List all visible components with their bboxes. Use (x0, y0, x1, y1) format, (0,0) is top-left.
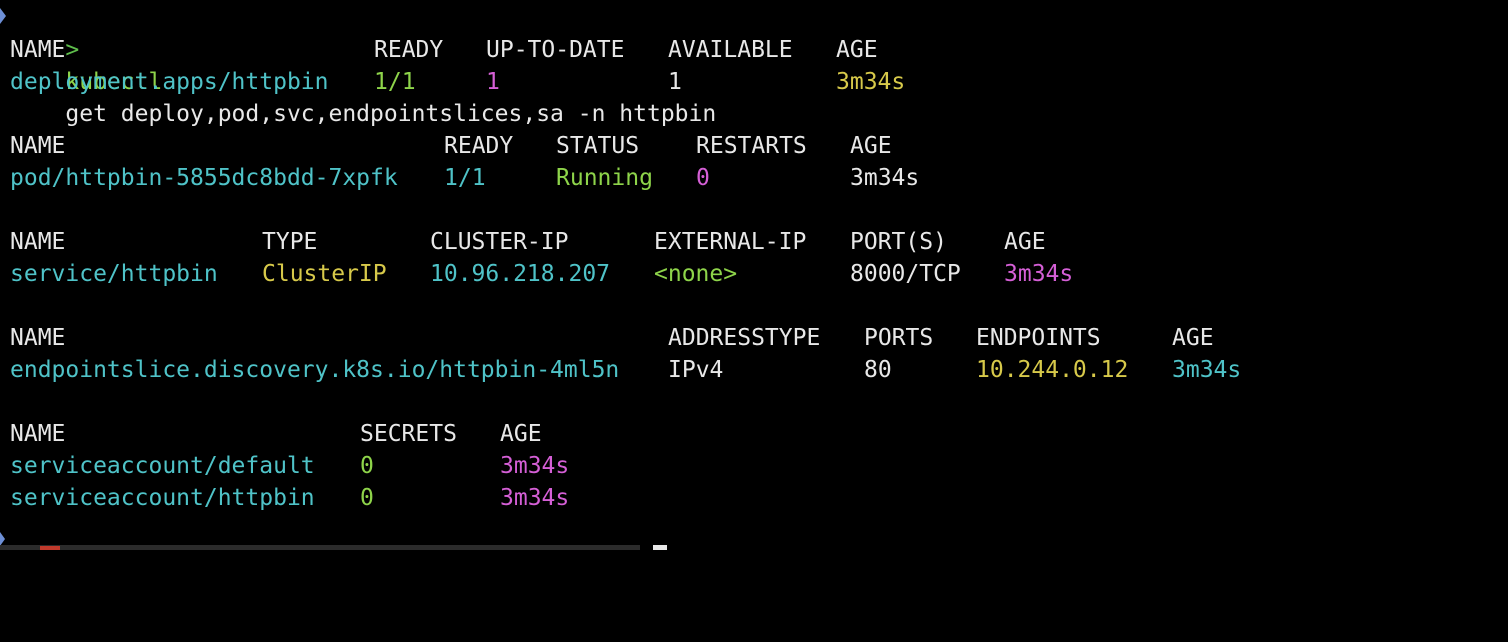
column-header: NAME (10, 37, 66, 63)
column-header: EXTERNAL-IP (654, 229, 807, 255)
column-header: READY (444, 133, 514, 159)
column-header: AGE (850, 133, 892, 159)
endpointslice-addresstype: IPv4 (668, 357, 724, 383)
column-header: PORT(S) (850, 229, 947, 255)
endpointslice-ports: 80 (864, 357, 892, 383)
command-args: get deploy,pod,svc,endpointslices,sa -n … (65, 101, 717, 127)
next-prompt-status-icon (40, 546, 60, 550)
deployment-available: 1 (668, 69, 682, 95)
endpointslice-name: endpointslice.discovery.k8s.io/httpbin-4… (10, 357, 620, 383)
column-header: NAME (10, 325, 66, 351)
serviceaccount-name: serviceaccount/default (10, 453, 315, 479)
next-prompt-segment (0, 545, 640, 550)
pod-restarts: 0 (696, 165, 710, 191)
service-external-ip: <none> (654, 261, 738, 287)
column-header: ADDRESSTYPE (668, 325, 821, 351)
next-prompt-marker-icon (0, 532, 5, 546)
column-header: ENDPOINTS (976, 325, 1101, 351)
terminal-window[interactable]: > kubectl get deploy,pod,svc,endpointsli… (0, 0, 1508, 550)
pod-ready: 1/1 (444, 165, 486, 191)
deployment-up-to-date: 1 (486, 69, 500, 95)
table-row: endpointslice.discovery.k8s.io/httpbin-4… (10, 354, 1241, 386)
column-header: AVAILABLE (668, 37, 793, 63)
column-header: CLUSTER-IP (430, 229, 569, 255)
serviceaccount-secrets: 0 (360, 485, 374, 511)
deployment-name: deployment.apps/httpbin (10, 69, 329, 95)
column-header: RESTARTS (696, 133, 807, 159)
pod-age: 3m34s (850, 165, 920, 191)
serviceaccount-name: serviceaccount/httpbin (10, 485, 315, 511)
endpointslice-endpoints: 10.244.0.12 (976, 357, 1129, 383)
column-header: TYPE (262, 229, 318, 255)
service-age: 3m34s (1004, 261, 1074, 287)
column-header: AGE (1172, 325, 1214, 351)
pods-header: NAME READY STATUS RESTARTS AGE (10, 130, 892, 162)
table-row: pod/httpbin-5855dc8bdd-7xpfk 1/1 Running… (10, 162, 919, 194)
services-header: NAME TYPE CLUSTER-IP EXTERNAL-IP PORT(S)… (10, 226, 1046, 258)
table-row: deployment.apps/httpbin 1/1 1 1 3m34s (10, 66, 905, 98)
service-ports: 8000/TCP (850, 261, 961, 287)
service-type: ClusterIP (262, 261, 387, 287)
column-header: SECRETS (360, 421, 457, 447)
pod-status: Running (556, 165, 653, 191)
column-header: NAME (10, 229, 66, 255)
column-header: UP-TO-DATE (486, 37, 625, 63)
text-cursor[interactable] (653, 545, 667, 550)
serviceaccount-age: 3m34s (500, 485, 570, 511)
endpointslice-age: 3m34s (1172, 357, 1242, 383)
command-line: > kubectl get deploy,pod,svc,endpointsli… (10, 2, 716, 127)
column-header: NAME (10, 133, 66, 159)
serviceaccount-secrets: 0 (360, 453, 374, 479)
column-header: AGE (500, 421, 542, 447)
serviceaccount-age: 3m34s (500, 453, 570, 479)
service-cluster-ip: 10.96.218.207 (430, 261, 611, 287)
deployment-age: 3m34s (836, 69, 906, 95)
deployment-ready: 1/1 (374, 69, 416, 95)
column-header: PORTS (864, 325, 934, 351)
table-row: serviceaccount/default 0 3m34s (10, 450, 569, 482)
prompt-arrow: > (65, 37, 80, 63)
pod-name: pod/httpbin-5855dc8bdd-7xpfk (10, 165, 398, 191)
endpointslices-header: NAME ADDRESSTYPE PORTS ENDPOINTS AGE (10, 322, 1214, 354)
column-header: NAME (10, 421, 66, 447)
prompt-marker-icon (0, 8, 6, 24)
column-header: AGE (1004, 229, 1046, 255)
column-header: STATUS (556, 133, 640, 159)
table-row: service/httpbin ClusterIP 10.96.218.207 … (10, 258, 1073, 290)
serviceaccounts-header: NAME SECRETS AGE (10, 418, 542, 450)
column-header: AGE (836, 37, 878, 63)
table-row: serviceaccount/httpbin 0 3m34s (10, 482, 569, 514)
column-header: READY (374, 37, 444, 63)
deployments-header: NAME READY UP-TO-DATE AVAILABLE AGE (10, 34, 878, 66)
service-name: service/httpbin (10, 261, 218, 287)
